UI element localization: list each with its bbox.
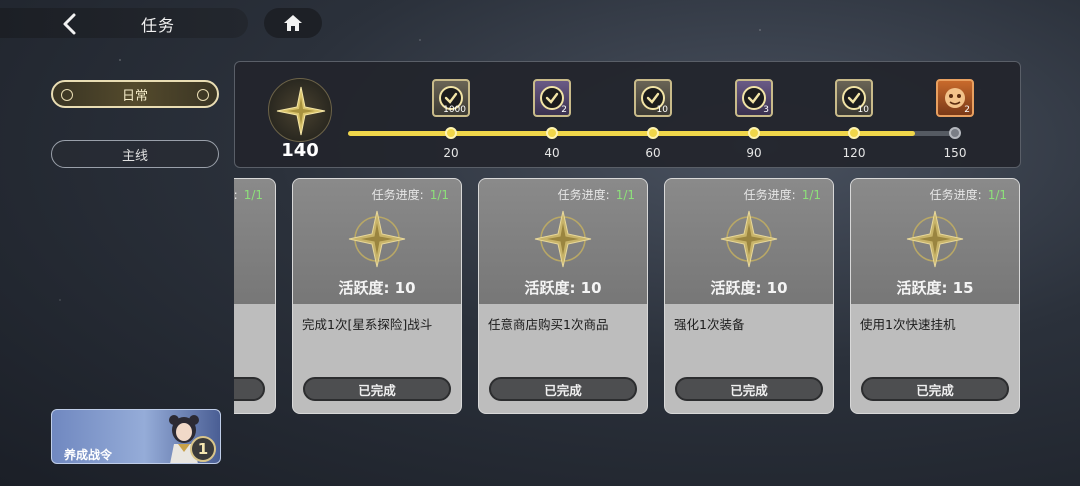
task-status-button[interactable]: 已完成 <box>303 377 451 401</box>
milestone-value-0: 20 <box>443 146 459 160</box>
activity-total: 140 <box>281 140 319 161</box>
milestone-node-0 <box>445 127 457 139</box>
task-progress-value: 1/1 <box>615 188 635 202</box>
activity-progress-panel: 140 1000 20 2 40 10 60 3 90 10 120 2 150 <box>234 61 1021 168</box>
task-card[interactable]: 任务进度: 1/1 <box>234 178 276 414</box>
task-card-header: 任务进度: 1/1 活跃度: 10 <box>479 179 647 304</box>
battle-pass-level-badge: 1 <box>190 436 216 462</box>
task-activity-points: 活跃度: 15 <box>896 279 974 297</box>
reward-quantity: 1000 <box>443 105 466 115</box>
task-card[interactable]: 任务进度: 1/1 活跃度: 10 完成1次[星系探险]战斗已完成 <box>292 178 462 414</box>
milestone-value-3: 90 <box>746 146 762 160</box>
compass-star-icon <box>903 207 967 271</box>
tab-main-label: 主线 <box>121 148 148 164</box>
milestone-value-1: 40 <box>544 146 560 160</box>
task-progress-label: 任务进度: <box>371 188 424 202</box>
milestone-node-3 <box>748 127 760 139</box>
page-title: 任务 <box>140 16 175 35</box>
back-button[interactable] <box>56 10 84 38</box>
tab-daily[interactable]: 日常 <box>51 80 219 108</box>
task-progress-value: 1/1 <box>243 188 263 202</box>
milestone-reward-0[interactable]: 1000 <box>432 79 470 117</box>
home-icon <box>284 15 302 31</box>
task-progress: 任务进度: 1/1 <box>234 186 263 203</box>
milestone-node-1 <box>546 127 558 139</box>
home-button[interactable] <box>264 8 322 38</box>
compass-star-icon <box>717 207 781 271</box>
task-progress: 任务进度: 1/1 <box>744 186 821 203</box>
task-activity-points: 活跃度: 10 <box>338 279 416 297</box>
milestone-reward-3[interactable]: 3 <box>735 79 773 117</box>
milestone-value-2: 60 <box>645 146 661 160</box>
milestone-value-4: 120 <box>842 146 866 160</box>
task-progress-value: 1/1 <box>987 188 1007 202</box>
reward-quantity: 10 <box>656 105 668 115</box>
milestone-reward-4[interactable]: 10 <box>835 79 873 117</box>
milestone-value-5: 150 <box>943 146 967 160</box>
task-status-button[interactable] <box>234 377 265 401</box>
compass-star-icon <box>531 207 595 271</box>
task-status-button[interactable]: 已完成 <box>675 377 823 401</box>
battle-pass-label: 养成战令 <box>64 448 113 462</box>
milestone-node-5 <box>949 127 961 139</box>
task-progress-label: 任务进度: <box>234 188 238 202</box>
task-card[interactable]: 任务进度: 1/1 活跃度: 15 使用1次快速挂机已完成 <box>850 178 1020 414</box>
battle-pass-card[interactable]: 养成战令 1 <box>51 409 221 464</box>
tab-daily-label: 日常 <box>121 88 148 104</box>
milestone-reward-2[interactable]: 10 <box>634 79 672 117</box>
task-description: 任意商店购买1次商品 <box>488 317 609 332</box>
task-progress-value: 1/1 <box>429 188 449 202</box>
task-status-button[interactable]: 已完成 <box>861 377 1009 401</box>
task-progress-label: 任务进度: <box>929 188 982 202</box>
task-status-button[interactable]: 已完成 <box>489 377 637 401</box>
tab-main[interactable]: 主线 <box>51 140 219 168</box>
task-list: 任务进度:1/1任务进度:1/1活跃度: 10完成1次[星系探险]战斗已完成任务… <box>234 178 1024 418</box>
task-progress-label: 任务进度: <box>743 188 796 202</box>
task-progress-value: 1/1 <box>801 188 821 202</box>
milestone-reward-5[interactable]: 2 <box>936 79 974 117</box>
compass-star-icon <box>345 207 409 271</box>
task-card-header: 任务进度: 1/1 活跃度: 10 <box>293 179 461 304</box>
task-progress: 任务进度: 1/1 <box>930 186 1007 203</box>
reward-quantity: 3 <box>763 105 769 115</box>
reward-quantity: 2 <box>561 105 567 115</box>
task-activity-points: 活跃度: 10 <box>524 279 602 297</box>
task-card[interactable]: 任务进度: 1/1 活跃度: 10 强化1次装备已完成 <box>664 178 834 414</box>
task-card-header: 任务进度: 1/1 <box>234 179 275 304</box>
milestone-node-4 <box>848 127 860 139</box>
task-card[interactable]: 任务进度: 1/1 活跃度: 10 任意商店购买1次商品已完成 <box>478 178 648 414</box>
task-description: 强化1次装备 <box>674 317 745 332</box>
task-card-header: 任务进度: 1/1 活跃度: 15 <box>851 179 1019 304</box>
task-progress-label: 任务进度: <box>557 188 610 202</box>
milestone-node-2 <box>647 127 659 139</box>
task-progress: 任务进度: 1/1 <box>558 186 635 203</box>
reward-quantity: 2 <box>964 105 970 115</box>
task-progress: 任务进度: 1/1 <box>372 186 449 203</box>
compass-star-icon <box>276 86 326 136</box>
task-description: 使用1次快速挂机 <box>860 317 956 332</box>
milestone-reward-1[interactable]: 2 <box>533 79 571 117</box>
reward-quantity: 10 <box>857 105 869 115</box>
task-card-header: 任务进度: 1/1 活跃度: 10 <box>665 179 833 304</box>
task-activity-points: 活跃度: 10 <box>710 279 788 297</box>
task-description: 完成1次[星系探险]战斗 <box>302 317 433 332</box>
activity-emblem <box>268 78 332 142</box>
chevron-left-icon <box>63 13 76 35</box>
activity-track-fill <box>348 131 915 136</box>
